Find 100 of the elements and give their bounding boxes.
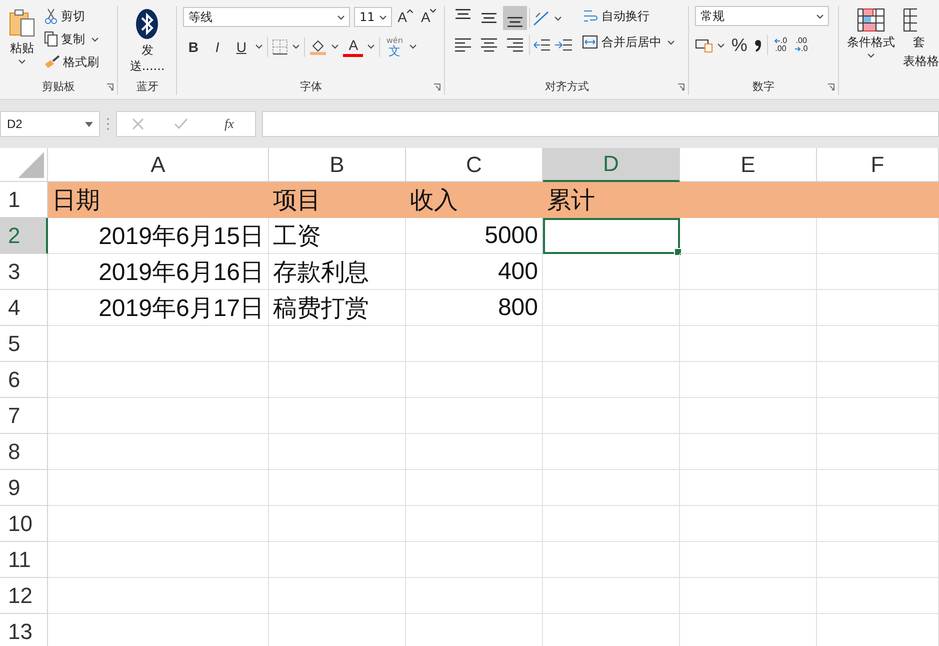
column-header[interactable]: D bbox=[543, 148, 680, 182]
phonetic-guide-button[interactable]: wén 文 bbox=[384, 34, 405, 59]
vertical-align-button[interactable] bbox=[503, 6, 528, 30]
decrease-decimal-button[interactable]: .0 .00 bbox=[772, 35, 790, 55]
borders-icon[interactable] bbox=[272, 38, 288, 54]
dialog-launcher-icon[interactable] bbox=[106, 83, 114, 91]
row-header[interactable]: 12 bbox=[0, 578, 48, 614]
caret-icon[interactable] bbox=[331, 44, 340, 49]
caret-icon[interactable] bbox=[255, 44, 264, 49]
merge-cells-icon bbox=[582, 34, 598, 50]
group-label: 剪贴板 bbox=[42, 79, 76, 95]
row-header[interactable]: 2 bbox=[0, 218, 48, 254]
table-grid-icon bbox=[903, 8, 917, 32]
group-label: 数字 bbox=[752, 79, 775, 95]
increase-decimal-button[interactable]: .00 .0 bbox=[793, 35, 810, 55]
row-header[interactable]: 5 bbox=[0, 326, 48, 362]
row-header[interactable]: 9 bbox=[0, 470, 48, 506]
row-header[interactable]: 11 bbox=[0, 542, 48, 578]
caret-icon[interactable] bbox=[378, 14, 387, 20]
column-header[interactable]: C bbox=[406, 148, 543, 182]
dialog-launcher-icon[interactable] bbox=[827, 83, 835, 91]
table-cell: 2019年6月17日 bbox=[48, 290, 269, 326]
table-cell: 800 bbox=[406, 290, 543, 326]
row-header[interactable]: 10 bbox=[0, 506, 48, 542]
clipboard-icon bbox=[8, 8, 36, 38]
wrap-text-button[interactable]: 自动换行 bbox=[580, 6, 676, 26]
row-header[interactable]: 6 bbox=[0, 362, 48, 398]
table-cell: 稿费打赏 bbox=[269, 290, 406, 326]
caret-icon[interactable] bbox=[337, 14, 346, 20]
table-cell: 日期 bbox=[48, 182, 269, 218]
left-arrow-icon bbox=[774, 38, 780, 44]
shrink-font-button[interactable]: A bbox=[418, 6, 438, 28]
row-header[interactable]: 8 bbox=[0, 434, 48, 470]
name-box[interactable]: D2 bbox=[0, 111, 100, 137]
dialog-launcher-icon[interactable] bbox=[677, 83, 686, 91]
down-caret-icon bbox=[430, 9, 436, 13]
caret-icon[interactable] bbox=[717, 42, 726, 48]
paste-button[interactable]: 粘贴 bbox=[6, 6, 38, 79]
table-cell: 400 bbox=[406, 254, 543, 290]
font-color-button[interactable]: A bbox=[343, 36, 364, 56]
row-header[interactable]: 4 bbox=[0, 290, 48, 326]
scissors-icon bbox=[44, 8, 58, 24]
insert-function-button[interactable]: fx bbox=[218, 115, 240, 133]
right-arrow-icon bbox=[795, 46, 802, 52]
caret-icon[interactable] bbox=[867, 53, 875, 58]
grow-font-button[interactable]: A bbox=[396, 6, 415, 28]
dialog-launcher-icon[interactable] bbox=[433, 83, 442, 91]
table-cell: 存款利息 bbox=[269, 254, 406, 290]
caret-icon[interactable] bbox=[292, 44, 300, 49]
send-button[interactable]: 发送...... bbox=[127, 6, 168, 79]
cut-button[interactable]: 剪切 bbox=[42, 6, 101, 26]
column-header[interactable]: E bbox=[680, 148, 817, 182]
row-header[interactable]: 1 bbox=[0, 182, 48, 218]
drag-handle-icon[interactable] bbox=[106, 117, 110, 131]
table-cell: 项目 bbox=[269, 182, 406, 218]
copy-icon bbox=[44, 31, 58, 47]
align-lines-icon bbox=[455, 9, 472, 19]
caret-icon[interactable] bbox=[91, 36, 99, 42]
format-painter-button[interactable]: 格式刷 bbox=[42, 52, 101, 72]
fill-handle[interactable] bbox=[674, 248, 682, 256]
caret-icon[interactable] bbox=[667, 40, 676, 44]
conditional-format-button[interactable]: 条件格式 bbox=[845, 6, 897, 95]
caret-icon[interactable] bbox=[408, 44, 417, 49]
paintbrush-icon bbox=[44, 55, 60, 69]
copy-button[interactable]: 复制 bbox=[42, 29, 87, 49]
column-header[interactable]: B bbox=[269, 148, 406, 182]
comma-style-icon[interactable] bbox=[753, 37, 764, 53]
table-cell: 累计 bbox=[543, 182, 680, 218]
font-name-field[interactable]: 等线 bbox=[183, 7, 350, 27]
group-label: 蓝牙 bbox=[136, 79, 158, 95]
formula-input[interactable] bbox=[262, 111, 939, 137]
merge-center-button[interactable]: 合并后居中 bbox=[580, 32, 664, 52]
column-header[interactable]: A bbox=[48, 148, 269, 182]
fill-color-icon[interactable] bbox=[309, 38, 328, 56]
group-label: 字体 bbox=[300, 79, 322, 95]
caret-icon[interactable] bbox=[816, 14, 824, 18]
table-cell: 收入 bbox=[406, 182, 543, 218]
bold-button[interactable]: B bbox=[183, 36, 204, 58]
row-header[interactable]: 3 bbox=[0, 254, 48, 290]
percent-button[interactable]: % bbox=[729, 34, 750, 56]
format-as-table-button[interactable]: 套 表格格 bbox=[903, 6, 939, 95]
caret-icon[interactable] bbox=[18, 59, 26, 64]
currency-icon[interactable] bbox=[695, 37, 714, 53]
italic-button[interactable]: I bbox=[207, 36, 228, 58]
caret-icon[interactable] bbox=[554, 16, 562, 20]
font-size-field[interactable]: 11 bbox=[354, 7, 392, 27]
caret-icon[interactable] bbox=[367, 44, 376, 49]
table-cell: 2019年6月16日 bbox=[48, 254, 269, 290]
table-cell: 5000 bbox=[406, 218, 543, 254]
number-format-field[interactable]: 常规 bbox=[695, 6, 830, 26]
table-grid-icon bbox=[857, 8, 885, 32]
table-cell: 2019年6月15日 bbox=[48, 218, 269, 254]
column-header[interactable]: F bbox=[817, 148, 939, 182]
row-header[interactable]: 7 bbox=[0, 398, 48, 434]
align-lines-icon bbox=[481, 13, 498, 23]
bluetooth-icon bbox=[135, 8, 160, 40]
dropdown-icon[interactable] bbox=[85, 122, 93, 126]
checkmark-icon[interactable] bbox=[174, 118, 188, 130]
underline-button[interactable]: U bbox=[231, 36, 252, 58]
align-lines-icon bbox=[507, 17, 524, 27]
